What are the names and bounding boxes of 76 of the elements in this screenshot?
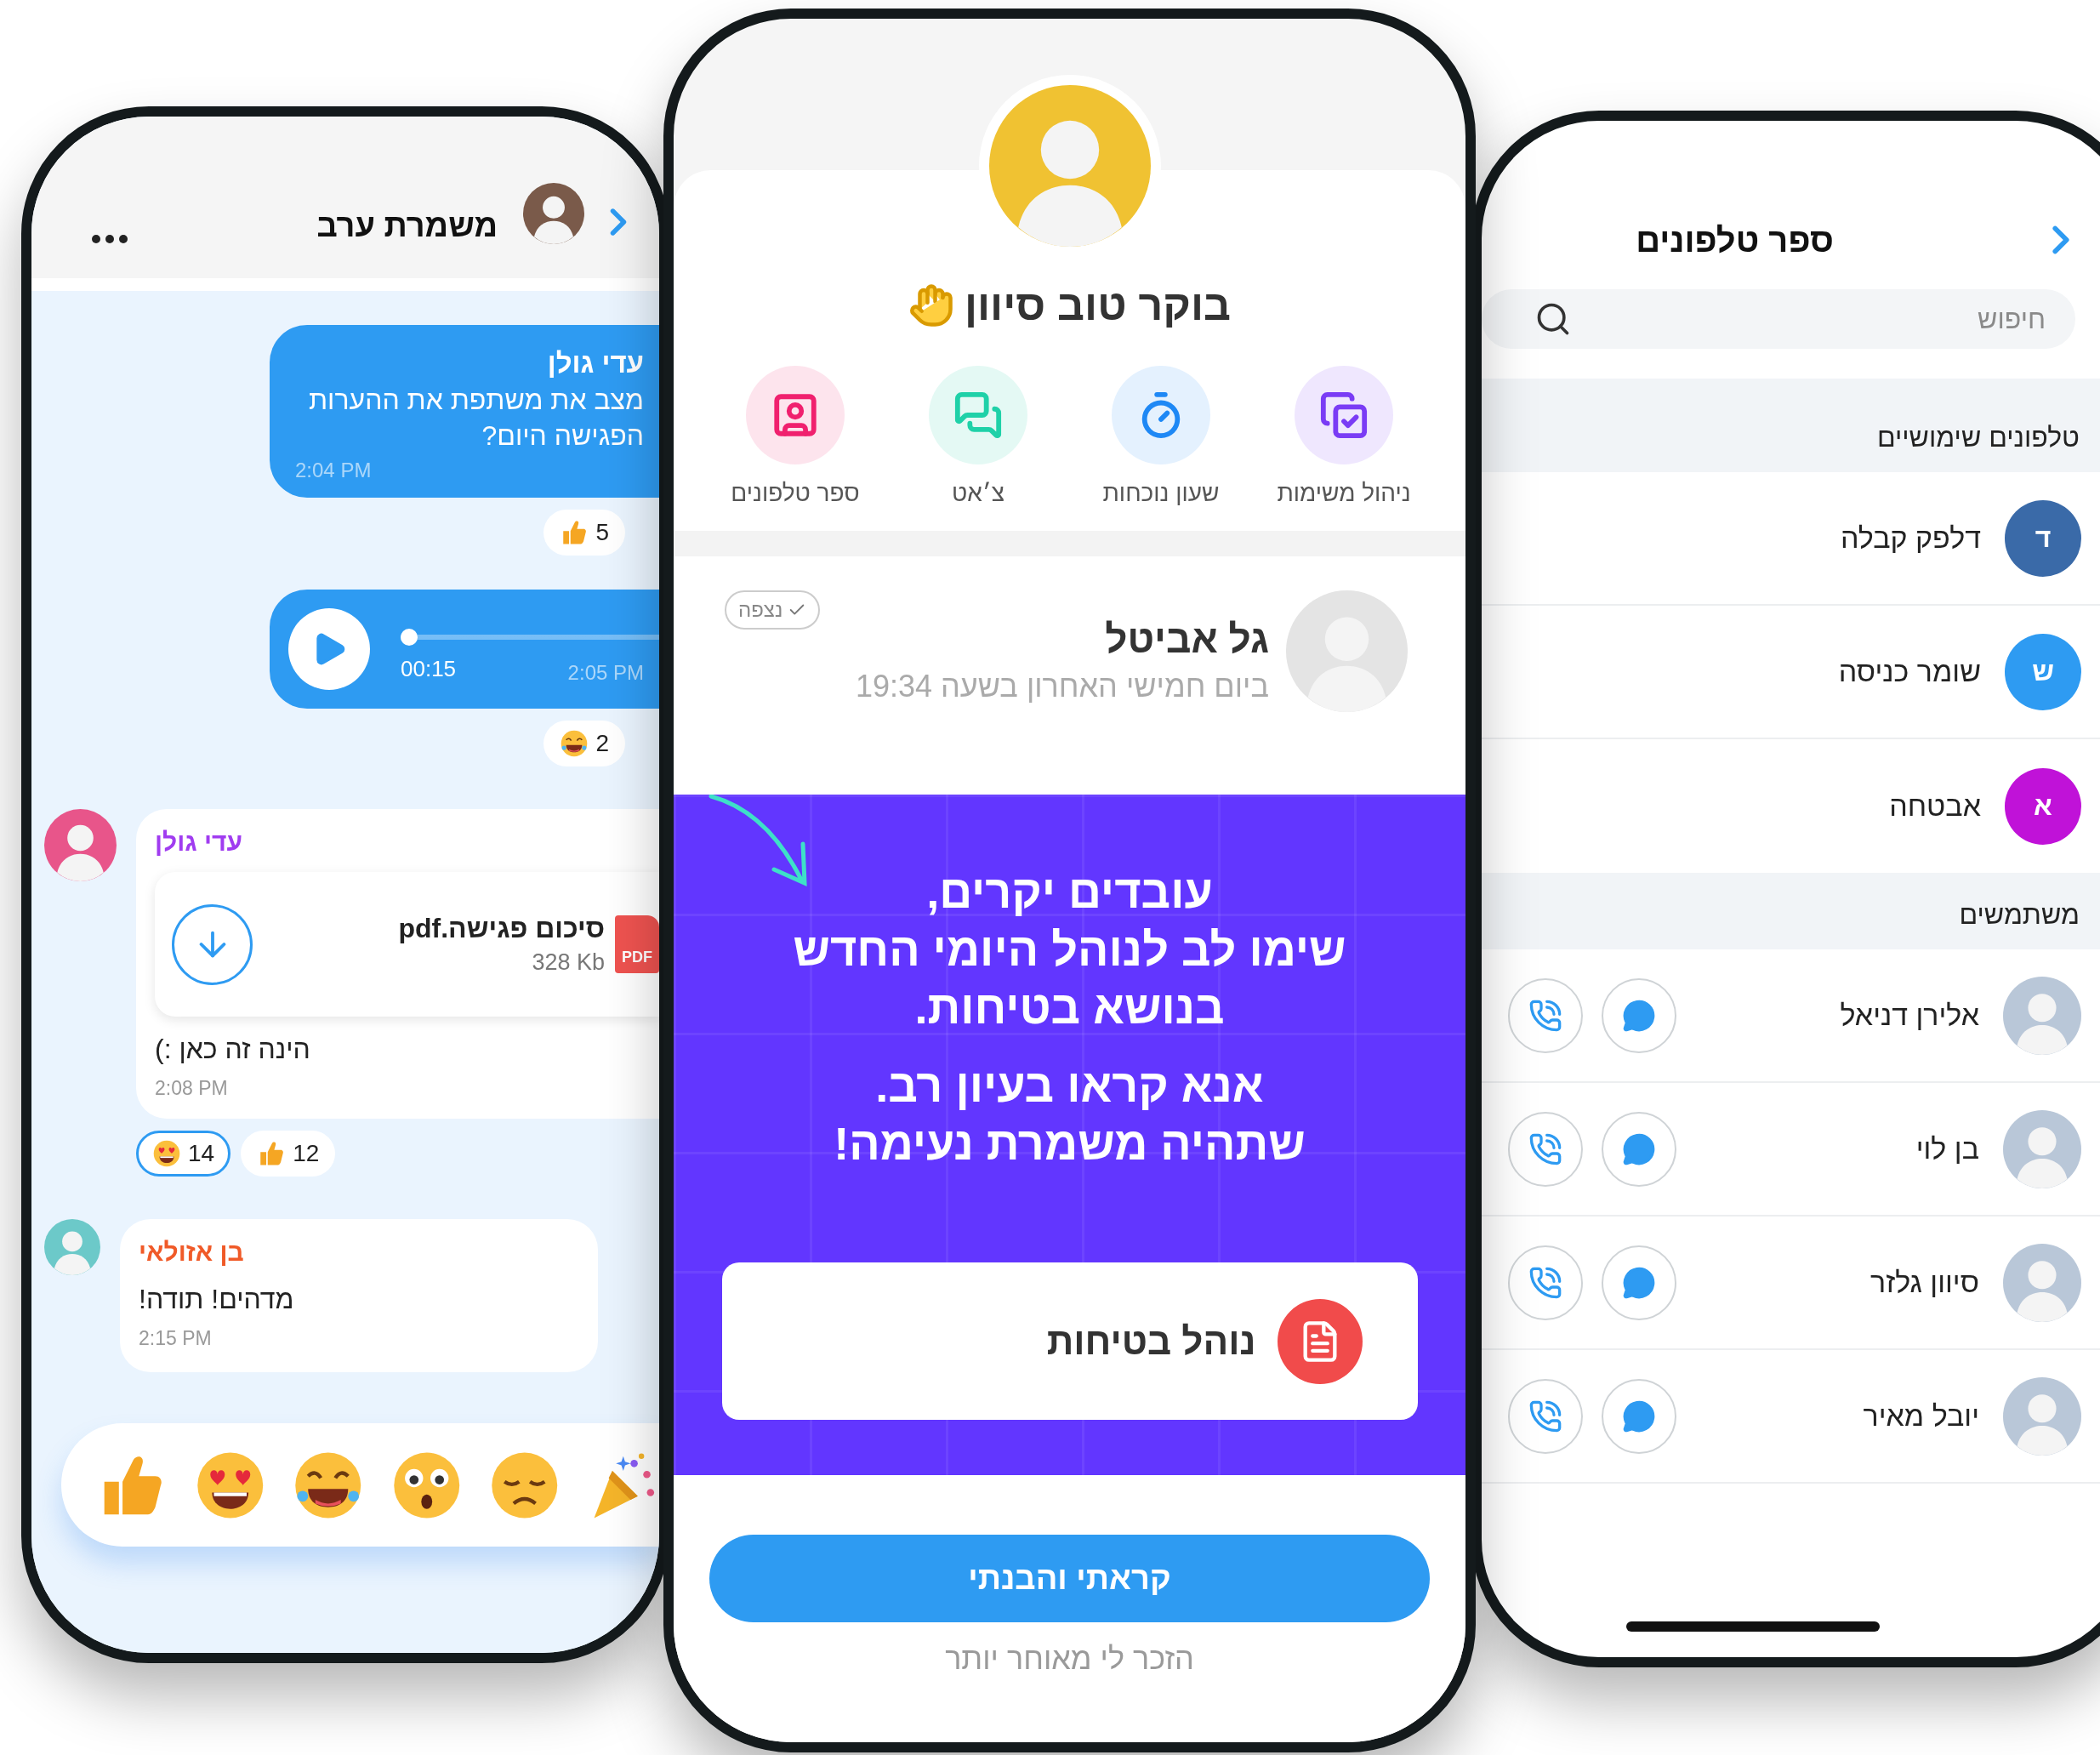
message-text: מדהים! תודה! — [139, 1284, 294, 1316]
heart-eyes-emoji-icon — [152, 1139, 181, 1169]
avatar-icon — [988, 85, 1151, 247]
message-time: 2:15 PM — [139, 1327, 212, 1351]
audio-progress-thumb[interactable] — [401, 629, 418, 647]
reaction-chip[interactable]: 14 — [136, 1131, 231, 1177]
document-card[interactable]: נוהל בטיחות — [721, 1262, 1418, 1420]
contact-name: דלפק קבלה — [1841, 521, 1981, 555]
contact-name: יובל מאיר — [1863, 1399, 1979, 1433]
reaction-chip[interactable]: 5 — [543, 510, 625, 556]
contact-name: בן לוי — [1915, 1132, 1979, 1165]
chat-bubble-icon — [1622, 1399, 1656, 1433]
laughing-emoji-icon — [560, 729, 589, 759]
file-name: סיכום פגישה.pdf — [398, 913, 605, 945]
initial-avatar: ש — [2005, 633, 2081, 710]
sender-name: עדי גולן — [155, 828, 243, 858]
waving-hand-icon — [908, 282, 954, 328]
avatar-icon — [2003, 1109, 2081, 1188]
shortcut-label: שעון נוכחות — [1102, 480, 1220, 507]
avatar-icon — [523, 183, 584, 244]
shortcut-label: ספר טלפונים — [731, 480, 860, 507]
chat-bubble-icon — [1622, 1131, 1656, 1166]
avatar-icon — [2003, 976, 2081, 1055]
contact-row[interactable]: אלירן דניאל — [1482, 949, 2100, 1083]
audio-duration: 00:15 — [401, 656, 457, 684]
author-name: גל אביטל — [1105, 616, 1269, 662]
reaction-chip[interactable]: 12 — [241, 1131, 336, 1177]
contact-row[interactable]: ד דלפק קבלה — [1482, 472, 2100, 606]
document-title: נוהל בטיחות — [1046, 1319, 1256, 1363]
avatar-icon — [44, 1219, 100, 1276]
avatar-icon — [2003, 1376, 2081, 1456]
phone-icon — [1528, 998, 1562, 1033]
tasks-icon — [1319, 390, 1369, 440]
phone-icon — [1528, 1399, 1562, 1433]
avatar-icon — [44, 809, 117, 882]
message-time: 2:04 PM — [295, 459, 372, 483]
initial-avatar: א — [2005, 767, 2081, 845]
section-title: משתמשים — [1959, 899, 2080, 931]
more-icon[interactable] — [91, 234, 128, 244]
chat-bubble-icon — [1622, 1265, 1656, 1300]
pdf-file-icon: PDF — [615, 915, 659, 974]
contact-row[interactable]: א אבטחה — [1482, 739, 2100, 873]
phone-icon — [1528, 1265, 1562, 1300]
contact-name: אבטחה — [1889, 789, 1981, 823]
greeting: בוקר טוב סיוון — [964, 281, 1232, 330]
message-text: הינה זה כאן :) — [155, 1034, 310, 1066]
announcement-text: אנא קראו בעיון רב. שתהיה משמרת נעימה! — [834, 1059, 1306, 1171]
contact-row[interactable]: סיוון גלזר — [1482, 1217, 2100, 1350]
chat-title: משמרת ערב — [316, 208, 498, 244]
message-text: מצב את משתפת את ההערות הפגישה היום? — [308, 384, 644, 453]
contact-row[interactable]: יובל מאיר — [1482, 1350, 2100, 1484]
section-title: טלפונים שימושיים — [1876, 422, 2080, 453]
message-time: 2:05 PM — [567, 661, 644, 686]
sender-name: בן אזולאי — [139, 1238, 244, 1268]
search-field[interactable]: חיפוש — [1482, 289, 2075, 349]
avatar-icon — [2003, 1243, 2081, 1322]
shortcut-label: צ׳אט — [952, 480, 1004, 507]
contact-row[interactable]: ש שומר כניסה — [1482, 606, 2100, 739]
seen-status: נצפה — [725, 590, 821, 630]
message-time: 2:08 PM — [155, 1077, 228, 1101]
file-size: 328 Kb — [532, 949, 605, 977]
contact-name: שומר כניסה — [1838, 655, 1981, 688]
announcement-text: עובדים יקרים, שימו לב לנוהל היומי החדש בנושא בטיחות. — [793, 865, 1346, 1034]
sender-name: עדי גולן — [546, 347, 644, 379]
shortcut-label: ניהול משימות — [1277, 480, 1411, 507]
contact-name: אלירן דניאל — [1840, 999, 1979, 1032]
message-timestamp: ביום חמישי האחרון בשעה 19:34 — [855, 669, 1269, 704]
phone-icon — [1528, 1131, 1562, 1166]
initial-avatar: ד — [2005, 499, 2081, 577]
contact-row[interactable]: בן לוי — [1482, 1083, 2100, 1217]
screen-title: ספר טלפונים — [1636, 220, 1834, 259]
chat-bubble-icon — [1622, 998, 1656, 1033]
reaction-chip[interactable]: 2 — [543, 721, 625, 767]
chat-icon — [953, 390, 1003, 440]
contact-name: סיוון גלזר — [1870, 1266, 1979, 1299]
avatar-icon — [1286, 590, 1408, 712]
